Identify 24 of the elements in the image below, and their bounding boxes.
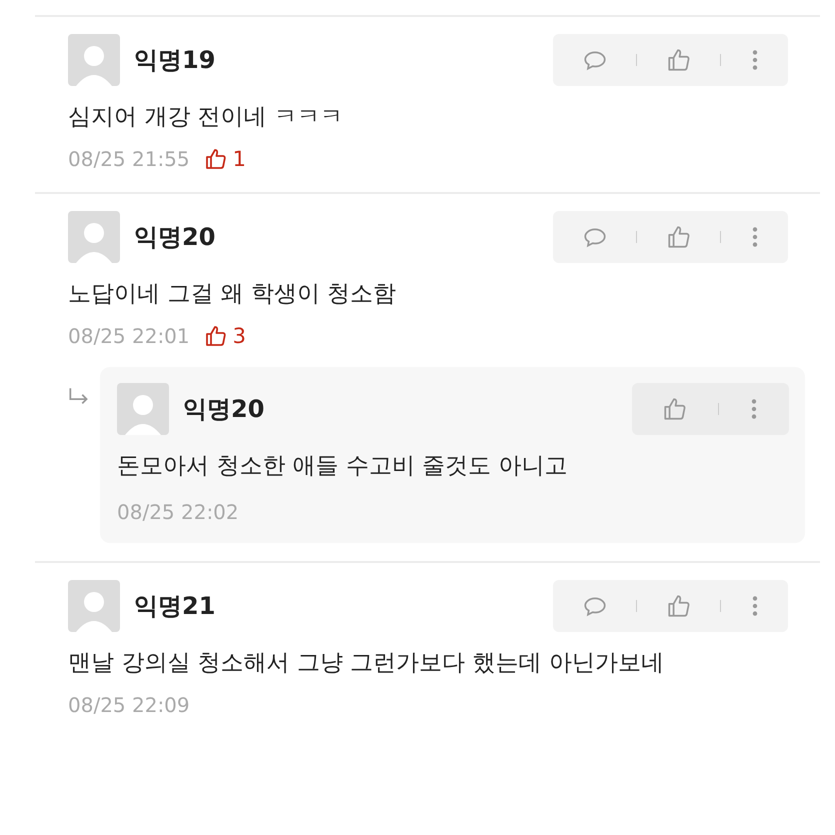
thumbs-up-icon [204, 147, 228, 171]
avatar-icon [68, 34, 120, 86]
avatar-icon [68, 211, 120, 263]
vote-count: 3 [232, 324, 246, 348]
author-name: 익명20 [183, 394, 264, 425]
author-name: 익명19 [134, 45, 216, 76]
thumbs-up-icon[interactable] [666, 224, 692, 250]
comment-text: 맨날 강의실 청소해서 그냥 그런가보다 했는데 아닌가보네 [68, 649, 665, 678]
comment-time: 08/25 21:55 [68, 147, 190, 171]
comment-time: 08/25 22:02 [117, 500, 239, 524]
comment-text: 돈모아서 청소한 애들 수고비 줄것도 아니고 [117, 452, 569, 481]
comment-text: 노답이네 그걸 왜 학생이 청소함 [68, 280, 398, 309]
comment-text: 심지어 개강 전이네 ㅋㅋㅋ [68, 103, 344, 132]
vote-count: 1 [232, 147, 246, 171]
author-name: 익명20 [134, 222, 216, 253]
thumbs-up-icon[interactable] [666, 593, 692, 619]
thumbs-up-icon[interactable] [666, 47, 692, 73]
author-name: 익명21 [134, 591, 216, 622]
thumbs-up-icon[interactable] [662, 396, 688, 422]
avatar-icon [117, 383, 169, 435]
avatar-icon [68, 580, 120, 632]
thumbs-up-icon [204, 324, 228, 348]
comment-time: 08/25 22:09 [68, 693, 190, 717]
comment-time: 08/25 22:01 [68, 324, 190, 348]
